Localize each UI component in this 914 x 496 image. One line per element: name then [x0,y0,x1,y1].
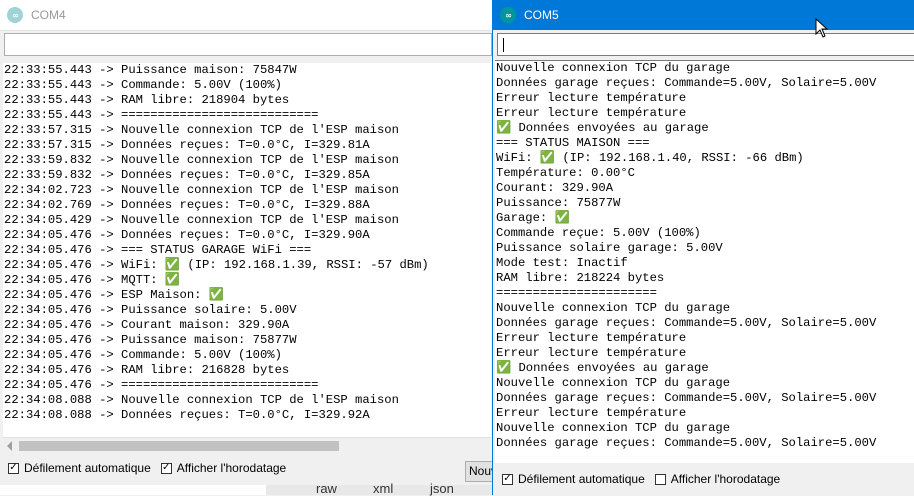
com5-titlebar[interactable]: ∞ COM5 [493,0,914,30]
serial-line: Mode test: Inactif [496,256,628,270]
serial-line: 22:34:05.476 -> === STATUS GARAGE WiFi =… [4,243,312,257]
serial-line: ✅ Données envoyées au garage [496,361,709,375]
com4-horizontal-scrollbar[interactable] [3,437,491,454]
serial-line: Courant: 329.90A [496,181,614,195]
serial-line: Données garage reçues: Commande=5.00V, S… [496,316,877,330]
serial-line: 22:34:05.429 -> Nouvelle connexion TCP d… [4,213,399,227]
com4-autoscroll-label: Défilement automatique [24,461,151,475]
com4-send-input[interactable] [4,33,492,56]
serial-line: 22:34:05.476 -> WiFi: ✅ (IP: 192.168.1.3… [4,258,429,272]
serial-line: Nouvelle connexion TCP du garage [496,301,731,315]
serial-line: Erreur lecture température [496,106,687,120]
com4-titlebar[interactable]: ∞ COM4 [0,0,492,31]
serial-line: Nouvelle connexion TCP du garage [496,421,731,435]
serial-line: Puissance: 75877W [496,196,621,210]
com4-timestamp-checkbox[interactable]: ✓ [160,462,172,474]
serial-line: Nouvelle connexion TCP du garage [496,376,731,390]
com4-window: ∞ COM4 22:33:55.443 -> Puissance maison:… [0,0,492,495]
serial-line: RAM libre: 218224 bytes [496,271,665,285]
serial-line: 22:34:05.476 -> MQTT: ✅ [4,273,181,287]
serial-line: 22:34:08.088 -> Nouvelle connexion TCP d… [4,393,399,407]
serial-line: 22:34:05.476 -> ESP Maison: ✅ [4,288,224,302]
com5-timestamp-checkbox[interactable] [654,473,666,485]
serial-line: Garage: ✅ [496,211,570,225]
background-tab-xml[interactable]: xml [373,481,393,496]
com4-timestamp-label: Afficher l'horodatage [176,461,287,475]
serial-line: Données garage reçues: Commande=5.00V, S… [496,391,877,405]
com4-title: COM4 [31,8,66,22]
serial-line: Nouvelle connexion TCP du garage [496,61,731,75]
serial-line: Données garage reçues: Commande=5.00V, S… [496,436,877,450]
com5-autoscroll-checkbox[interactable]: ✓ [502,473,513,485]
arduino-logo-icon: ∞ [7,7,23,23]
serial-line: 22:33:57.315 -> Données reçues: T=0.0°C,… [4,138,370,152]
background-tab-json[interactable]: json [430,481,454,496]
com5-title: COM5 [524,8,559,22]
serial-line: Puissance solaire garage: 5.00V [496,241,723,255]
serial-line: 22:34:05.476 -> Puissance solaire: 5.00V [4,303,297,317]
background-tab-raw[interactable]: raw [316,481,337,496]
serial-line: 22:34:05.476 -> Courant maison: 329.90A [4,318,290,332]
com5-autoscroll-label: Défilement automatique [518,472,645,486]
serial-line: 22:33:59.832 -> Nouvelle connexion TCP d… [4,153,399,167]
com5-timestamp-label: Afficher l'horodatage [670,472,781,486]
serial-line: 22:34:02.723 -> Nouvelle connexion TCP d… [4,183,399,197]
serial-line: Erreur lecture température [496,91,687,105]
scrollbar-thumb[interactable] [19,441,339,451]
serial-line: 22:33:57.315 -> Nouvelle connexion TCP d… [4,123,399,137]
serial-line: Erreur lecture température [496,406,687,420]
text-caret [503,38,504,52]
com4-line-ending-select[interactable]: Nouvelle ligne [465,461,492,482]
serial-line: 22:34:05.476 -> Données reçues: T=0.0°C,… [4,228,370,242]
serial-line: 22:33:55.443 -> Puissance maison: 75847W [4,63,297,77]
arduino-logo-icon: ∞ [500,7,516,23]
serial-line: 22:33:55.443 -> Commande: 5.00V (100%) [4,78,282,92]
mouse-cursor-icon [815,18,829,38]
serial-line: Erreur lecture température [496,346,687,360]
serial-line: 22:33:55.443 -> RAM libre: 218904 bytes [4,93,290,107]
com4-autoscroll-checkbox[interactable]: ✓ [8,462,19,474]
serial-line: 22:34:08.088 -> Données reçues: T=0.0°C,… [4,408,370,422]
serial-line: ====================== [496,286,657,300]
com5-serial-output[interactable]: Nouvelle connexion TCP du garage Données … [495,60,914,463]
com5-window: ∞ COM5 Nouvelle connexion TCP du garage D… [492,0,914,495]
serial-line: Température: 0.00°C [496,166,635,180]
com5-footer: ✓ Défilement automatique Afficher l'horo… [502,472,790,486]
scroll-left-icon[interactable] [7,441,12,451]
com5-send-input[interactable] [497,33,914,56]
serial-line: 22:34:02.769 -> Données reçues: T=0.0°C,… [4,198,370,212]
serial-line: 22:33:59.832 -> Données reçues: T=0.0°C,… [4,168,370,182]
serial-line: 22:33:55.443 -> ========================… [4,108,319,122]
serial-line: 22:34:05.476 -> Commande: 5.00V (100%) [4,348,282,362]
serial-line: Erreur lecture température [496,331,687,345]
serial-line: Données garage reçues: Commande=5.00V, S… [496,76,877,90]
serial-line: WiFi: ✅ (IP: 192.168.1.40, RSSI: -66 dBm… [496,151,804,165]
com4-serial-output[interactable]: 22:33:55.443 -> Puissance maison: 75847W… [3,63,491,437]
serial-line: 22:34:05.476 -> RAM libre: 216828 bytes [4,363,290,377]
serial-line: ✅ Données envoyées au garage [496,121,709,135]
serial-line: 22:34:05.476 -> Puissance maison: 75877W [4,333,297,347]
serial-line: Commande reçue: 5.00V (100%) [496,226,701,240]
serial-line: === STATUS MAISON === [496,136,650,150]
serial-line: 22:34:05.476 -> ========================… [4,378,319,392]
com4-footer: ✓ Défilement automatique ✓ Afficher l'ho… [8,461,296,475]
